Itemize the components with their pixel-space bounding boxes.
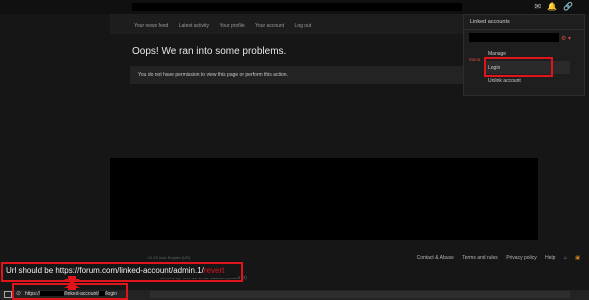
menu-item-unlink-account[interactable]: Unlink account bbox=[488, 78, 521, 84]
redacted-header bbox=[132, 3, 462, 11]
nav-latest-activity[interactable]: Latest activity bbox=[179, 16, 209, 36]
url-field-empty[interactable] bbox=[150, 291, 570, 298]
dropdown-title: Linked accounts bbox=[470, 19, 510, 25]
nav-your-account[interactable]: Your account bbox=[255, 16, 284, 36]
link-icon[interactable]: 🔗 bbox=[563, 2, 579, 11]
top-icons: ✉🔔🔗 bbox=[534, 2, 579, 11]
url-red-box bbox=[12, 283, 128, 300]
footer-contact[interactable]: Contact & Abuse bbox=[417, 255, 454, 261]
nav-news-feed[interactable]: Your news feed bbox=[134, 16, 168, 36]
login-red-box bbox=[484, 57, 553, 77]
mail-icon[interactable]: ✉ bbox=[534, 2, 547, 11]
error-message: You do not have permission to view this … bbox=[138, 72, 288, 78]
redacted-account bbox=[469, 33, 559, 42]
home-icon[interactable]: ⌂ bbox=[564, 255, 567, 261]
dropdown-divider bbox=[464, 29, 584, 30]
footer-help[interactable]: Help bbox=[545, 255, 555, 261]
error-title: Oops! We ran into some problems. bbox=[132, 46, 287, 57]
nav-log-out[interactable]: Log out bbox=[295, 16, 312, 36]
footer-privacy[interactable]: Privacy policy bbox=[506, 255, 537, 261]
footer-links: Contact & Abuse Terms and rules Privacy … bbox=[410, 255, 580, 261]
linked-accounts-dropdown: Linked accounts ⚙ ▾ Manage Mana Login Un… bbox=[463, 14, 585, 96]
footer-style-language[interactable]: UI.X3 look English (US) bbox=[148, 255, 190, 260]
nav-your-profile[interactable]: Your profile bbox=[220, 16, 245, 36]
dropdown-side-label: Mana bbox=[469, 57, 481, 62]
gear-icon[interactable]: ⚙ ▾ bbox=[561, 35, 571, 42]
footer-terms[interactable]: Terms and rules bbox=[462, 255, 498, 261]
tab-icon[interactable] bbox=[4, 291, 12, 298]
annotation-red-box bbox=[1, 262, 243, 282]
redacted-content bbox=[110, 158, 538, 240]
bell-icon[interactable]: 🔔 bbox=[547, 2, 563, 11]
rss-icon[interactable]: ▣ bbox=[575, 255, 580, 261]
